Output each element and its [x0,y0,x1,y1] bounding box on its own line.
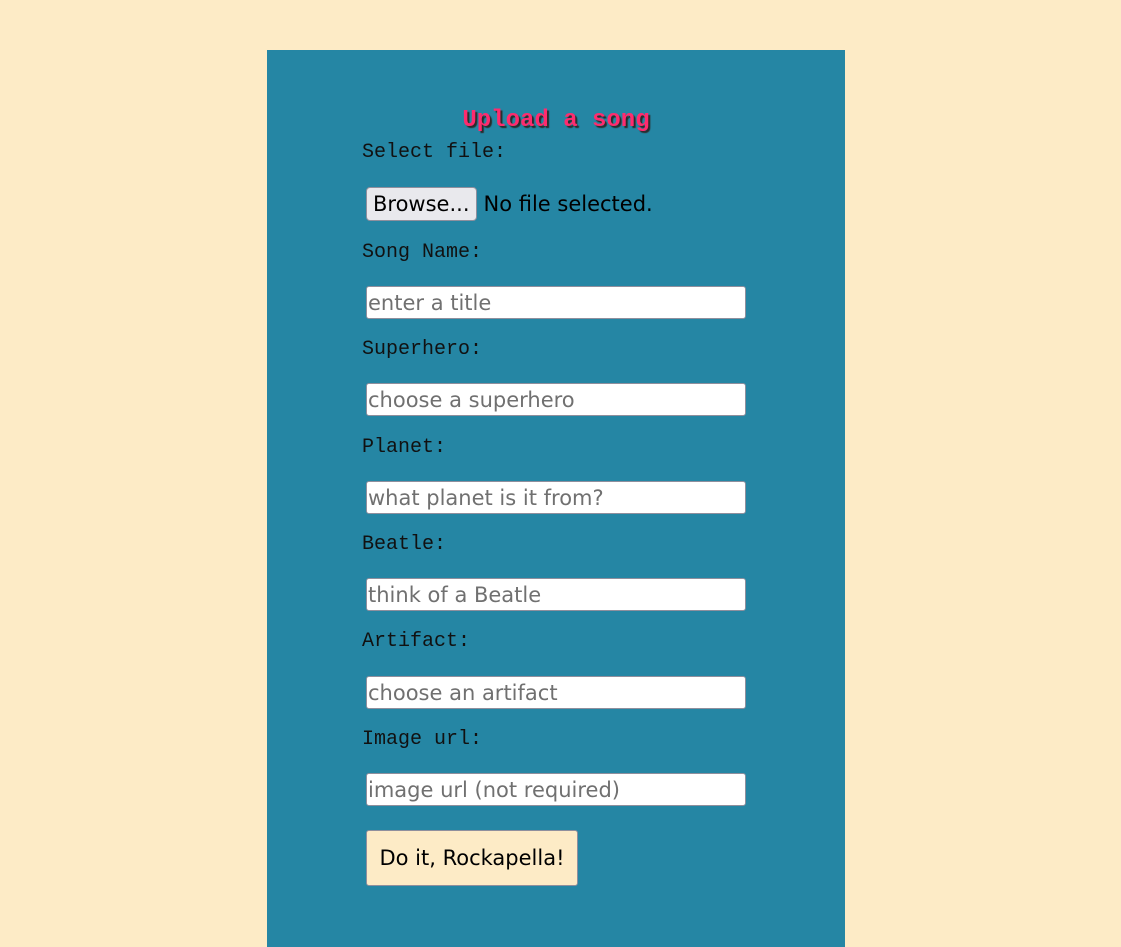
file-status-text: No file selected. [483,192,653,216]
file-picker: Browse... No file selected. [366,187,653,221]
planet-label: Planet: [362,436,447,459]
song-name-input[interactable] [366,286,746,319]
select-file-label: Select file: [362,141,507,164]
planet-input[interactable] [366,481,746,514]
artifact-label: Artifact: [362,630,471,653]
superhero-label: Superhero: [362,338,483,361]
superhero-input[interactable] [366,383,746,416]
image-url-label: Image url: [362,728,483,751]
submit-button[interactable]: Do it, Rockapella! [366,830,578,886]
artifact-input[interactable] [366,676,746,709]
browse-button[interactable]: Browse... [366,187,477,221]
image-url-input[interactable] [366,773,746,806]
upload-form-panel: Upload a song Select file: Browse... No … [267,50,845,947]
song-name-label: Song Name: [362,241,483,264]
beatle-input[interactable] [366,578,746,611]
form-title: Upload a song [462,107,650,134]
beatle-label: Beatle: [362,533,447,556]
